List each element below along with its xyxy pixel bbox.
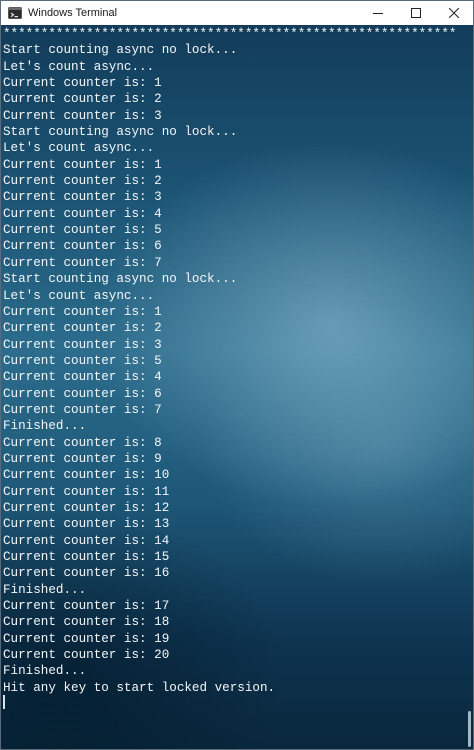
terminal-line: Current counter is: 17 xyxy=(3,599,170,614)
terminal-line: Current counter is: 19 xyxy=(3,631,170,646)
terminal-line: Finished... xyxy=(3,419,87,434)
terminal-line: Current counter is: 1 xyxy=(3,76,162,91)
window-title: Windows Terminal xyxy=(28,7,118,19)
terminal-line: Current counter is: 6 xyxy=(3,239,162,254)
terminal-line: Current counter is: 1 xyxy=(3,157,162,172)
close-button[interactable] xyxy=(435,1,473,25)
close-icon xyxy=(449,8,459,18)
terminal-output-area[interactable]: ****************************************… xyxy=(1,25,473,749)
title-bar[interactable]: Windows Terminal xyxy=(1,1,473,25)
terminal-line: Current counter is: 13 xyxy=(3,517,170,532)
maximize-icon xyxy=(411,8,421,18)
terminal-line: Start counting async no lock... xyxy=(3,272,238,287)
terminal-line: Current counter is: 20 xyxy=(3,648,170,663)
terminal-line: Current counter is: 3 xyxy=(3,108,162,123)
terminal-line: Finished... xyxy=(3,664,87,679)
minimize-button[interactable] xyxy=(359,1,397,25)
terminal-line: Current counter is: 5 xyxy=(3,223,162,238)
terminal-line: Current counter is: 2 xyxy=(3,92,162,107)
terminal-line: Current counter is: 12 xyxy=(3,500,170,515)
scrollbar[interactable] xyxy=(468,711,471,747)
terminal-line: Current counter is: 18 xyxy=(3,615,170,630)
terminal-line: Let's count async... xyxy=(3,141,155,156)
terminal-line: Current counter is: 8 xyxy=(3,435,162,450)
terminal-line: Hit any key to start locked version. xyxy=(3,680,276,695)
terminal-line: Current counter is: 4 xyxy=(3,206,162,221)
terminal-window: Windows Terminal ***********************… xyxy=(0,0,474,750)
terminal-line: Current counter is: 3 xyxy=(3,337,162,352)
terminal-line: Current counter is: 14 xyxy=(3,533,170,548)
terminal-line: Current counter is: 10 xyxy=(3,468,170,483)
terminal-line: Current counter is: 9 xyxy=(3,451,162,466)
terminal-line: Current counter is: 6 xyxy=(3,386,162,401)
window-controls xyxy=(359,1,473,25)
terminal-line: Finished... xyxy=(3,582,87,597)
terminal-line: Current counter is: 1 xyxy=(3,304,162,319)
terminal-line: Let's count async... xyxy=(3,59,155,74)
terminal-line: ****************************************… xyxy=(3,27,457,41)
terminal-output: ****************************************… xyxy=(3,26,456,696)
terminal-line: Let's count async... xyxy=(3,288,155,303)
terminal-line: Start counting async no lock... xyxy=(3,125,238,140)
text-cursor xyxy=(3,695,5,709)
terminal-line: Current counter is: 2 xyxy=(3,174,162,189)
minimize-icon xyxy=(373,13,383,14)
terminal-line: Start counting async no lock... xyxy=(3,43,238,58)
terminal-line: Current counter is: 4 xyxy=(3,370,162,385)
terminal-line: Current counter is: 3 xyxy=(3,190,162,205)
terminal-line: Current counter is: 7 xyxy=(3,255,162,270)
terminal-line: Current counter is: 7 xyxy=(3,402,162,417)
terminal-line: Current counter is: 2 xyxy=(3,321,162,336)
terminal-icon xyxy=(8,6,22,20)
terminal-line: Current counter is: 5 xyxy=(3,353,162,368)
terminal-line: Current counter is: 15 xyxy=(3,550,170,564)
terminal-line: Current counter is: 16 xyxy=(3,566,170,581)
maximize-button[interactable] xyxy=(397,1,435,25)
terminal-line: Current counter is: 11 xyxy=(3,484,170,499)
